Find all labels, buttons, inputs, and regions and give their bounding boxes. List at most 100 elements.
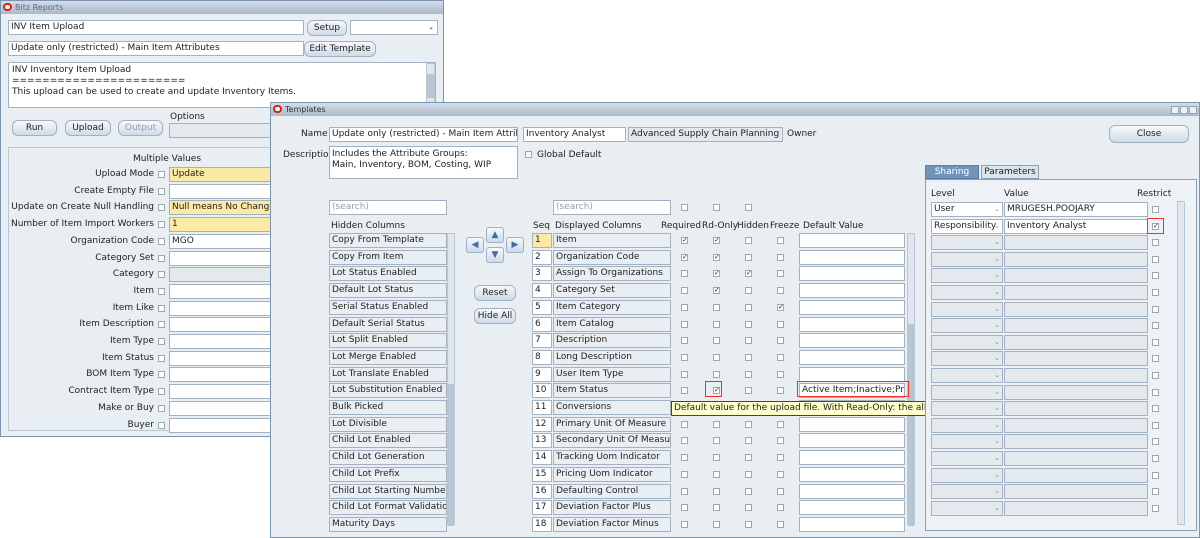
hidden-column-item[interactable]: Lot Translate Enabled	[329, 366, 447, 382]
sharing-level-field[interactable]: ⌄	[931, 235, 1003, 251]
seq-cell[interactable]: 13	[532, 433, 552, 449]
freeze-checkbox[interactable]	[777, 454, 784, 462]
hidden-columns-scrollbar[interactable]	[447, 233, 455, 526]
rdonly-checkbox[interactable]	[713, 337, 720, 345]
rdonly-checkbox[interactable]	[713, 353, 720, 361]
default-value-field[interactable]	[799, 433, 905, 449]
required-checkbox[interactable]	[681, 287, 688, 295]
restrict-checkbox[interactable]	[1152, 289, 1159, 296]
sharing-value-field[interactable]	[1004, 268, 1148, 284]
sharing-value-field[interactable]	[1004, 500, 1148, 516]
window-controls[interactable]	[1170, 105, 1197, 118]
freeze-checkbox[interactable]	[777, 353, 784, 361]
displayed-column-item[interactable]: Conversions	[553, 400, 671, 415]
param-value-field[interactable]	[169, 350, 273, 366]
param-multiple-checkbox[interactable]	[158, 271, 165, 279]
displayed-column-item[interactable]: Secondary Unit Of Measure	[553, 433, 671, 449]
hidden-column-item[interactable]: Lot Divisible	[329, 416, 447, 432]
seq-cell[interactable]: 5	[532, 299, 552, 315]
displayed-column-item[interactable]: Deviation Factor Plus	[553, 500, 671, 516]
hidden-checkbox[interactable]	[745, 237, 752, 244]
seq-cell[interactable]: 4	[532, 283, 552, 299]
sharing-level-field[interactable]: ⌄	[931, 500, 1003, 516]
sharing-level-field[interactable]: ⌄	[931, 318, 1003, 334]
param-value-field[interactable]	[169, 250, 273, 266]
sharing-level-field[interactable]: ⌄	[931, 351, 1003, 367]
displayed-columns-scrollbar[interactable]	[907, 233, 915, 526]
displayed-column-item[interactable]: Pricing Uom Indicator	[553, 466, 671, 482]
seq-cell[interactable]: 9	[532, 366, 552, 382]
restrict-checkbox[interactable]	[1152, 272, 1159, 280]
hidden-checkbox[interactable]	[745, 287, 752, 295]
freeze-checkbox[interactable]	[777, 370, 784, 378]
restrict-checkbox[interactable]	[1152, 239, 1159, 247]
displayed-column-item[interactable]: Item Status	[553, 383, 671, 399]
freeze-checkbox[interactable]	[777, 437, 784, 445]
param-multiple-checkbox[interactable]	[158, 287, 165, 295]
template-description-box[interactable]: Includes the Attribute Groups: Main, Inv…	[329, 146, 518, 179]
freeze-checkbox[interactable]	[777, 487, 784, 495]
hidden-checkbox[interactable]	[745, 437, 752, 445]
default-value-field[interactable]	[799, 349, 905, 365]
hidden-checkbox[interactable]	[745, 303, 752, 311]
tab-sharing[interactable]: Sharing	[925, 165, 979, 179]
required-checkbox[interactable]	[681, 337, 688, 345]
required-checkbox[interactable]: ✓	[681, 237, 688, 244]
default-value-field[interactable]	[799, 466, 905, 482]
restrict-checkbox[interactable]	[1152, 405, 1159, 413]
rdonly-checkbox[interactable]	[713, 487, 720, 495]
freeze-checkbox[interactable]	[777, 470, 784, 478]
required-checkbox[interactable]	[681, 387, 688, 395]
param-multiple-checkbox[interactable]	[158, 254, 165, 262]
hidden-column-item[interactable]: Lot Substitution Enabled	[329, 383, 447, 399]
hidden-checkbox[interactable]	[745, 253, 752, 261]
hidden-column-item[interactable]: Child Lot Generation	[329, 450, 447, 466]
hidden-column-item[interactable]: Maturity Days	[329, 516, 447, 532]
default-value-field[interactable]	[799, 500, 905, 516]
freeze-checkbox[interactable]	[777, 320, 784, 328]
freeze-checkbox[interactable]	[777, 337, 784, 345]
required-checkbox[interactable]	[681, 320, 688, 328]
displayed-search-input[interactable]: (search)	[553, 200, 671, 215]
hidden-checkbox[interactable]	[745, 320, 752, 328]
hidden-column-item[interactable]: Serial Status Enabled	[329, 299, 447, 315]
required-checkbox[interactable]	[681, 370, 688, 378]
seq-cell[interactable]: 12	[532, 416, 552, 432]
hidden-checkbox[interactable]	[745, 454, 752, 462]
restrict-checkbox[interactable]	[1152, 255, 1159, 263]
required-filter-checkbox[interactable]	[681, 204, 688, 211]
param-value-field[interactable]	[169, 267, 273, 283]
default-value-field[interactable]	[799, 266, 905, 282]
param-value-field[interactable]: MGO	[169, 233, 273, 249]
sharing-level-field[interactable]: ⌄	[931, 285, 1003, 300]
hidden-column-item[interactable]: Child Lot Enabled	[329, 433, 447, 449]
param-value-field[interactable]	[169, 384, 273, 400]
sharing-level-field[interactable]: ⌄	[931, 268, 1003, 284]
hidden-checkbox[interactable]	[745, 420, 752, 428]
hidden-filter-checkbox[interactable]	[745, 204, 752, 211]
rdonly-checkbox[interactable]	[713, 470, 720, 478]
sharing-level-field[interactable]: ⌄	[931, 417, 1003, 433]
default-value-field[interactable]	[799, 450, 905, 466]
hidden-column-item[interactable]: Default Lot Status	[329, 283, 447, 299]
param-value-field[interactable]	[169, 400, 273, 416]
restrict-checkbox[interactable]	[1152, 372, 1159, 379]
sharing-value-field[interactable]	[1004, 351, 1148, 367]
restrict-checkbox[interactable]	[1152, 455, 1159, 462]
rdonly-checkbox[interactable]: ✓	[713, 237, 720, 244]
restrict-checkbox[interactable]	[1152, 355, 1159, 363]
sharing-level-field[interactable]: ⌄	[931, 434, 1003, 450]
rdonly-checkbox[interactable]: ✓	[713, 287, 720, 295]
options-field[interactable]	[169, 123, 273, 138]
param-value-field[interactable]	[169, 417, 273, 433]
required-checkbox[interactable]	[681, 454, 688, 462]
sharing-value-field[interactable]	[1004, 467, 1148, 483]
param-multiple-checkbox[interactable]	[158, 237, 165, 245]
setup-button[interactable]: Setup	[307, 20, 347, 36]
upload-button[interactable]: Upload	[65, 120, 111, 136]
sharing-level-field[interactable]: ⌄	[931, 484, 1003, 500]
hidden-checkbox[interactable]	[745, 370, 752, 378]
sharing-value-field[interactable]	[1004, 434, 1148, 450]
hidden-checkbox[interactable]	[745, 337, 752, 345]
seq-cell[interactable]: 16	[532, 483, 552, 499]
